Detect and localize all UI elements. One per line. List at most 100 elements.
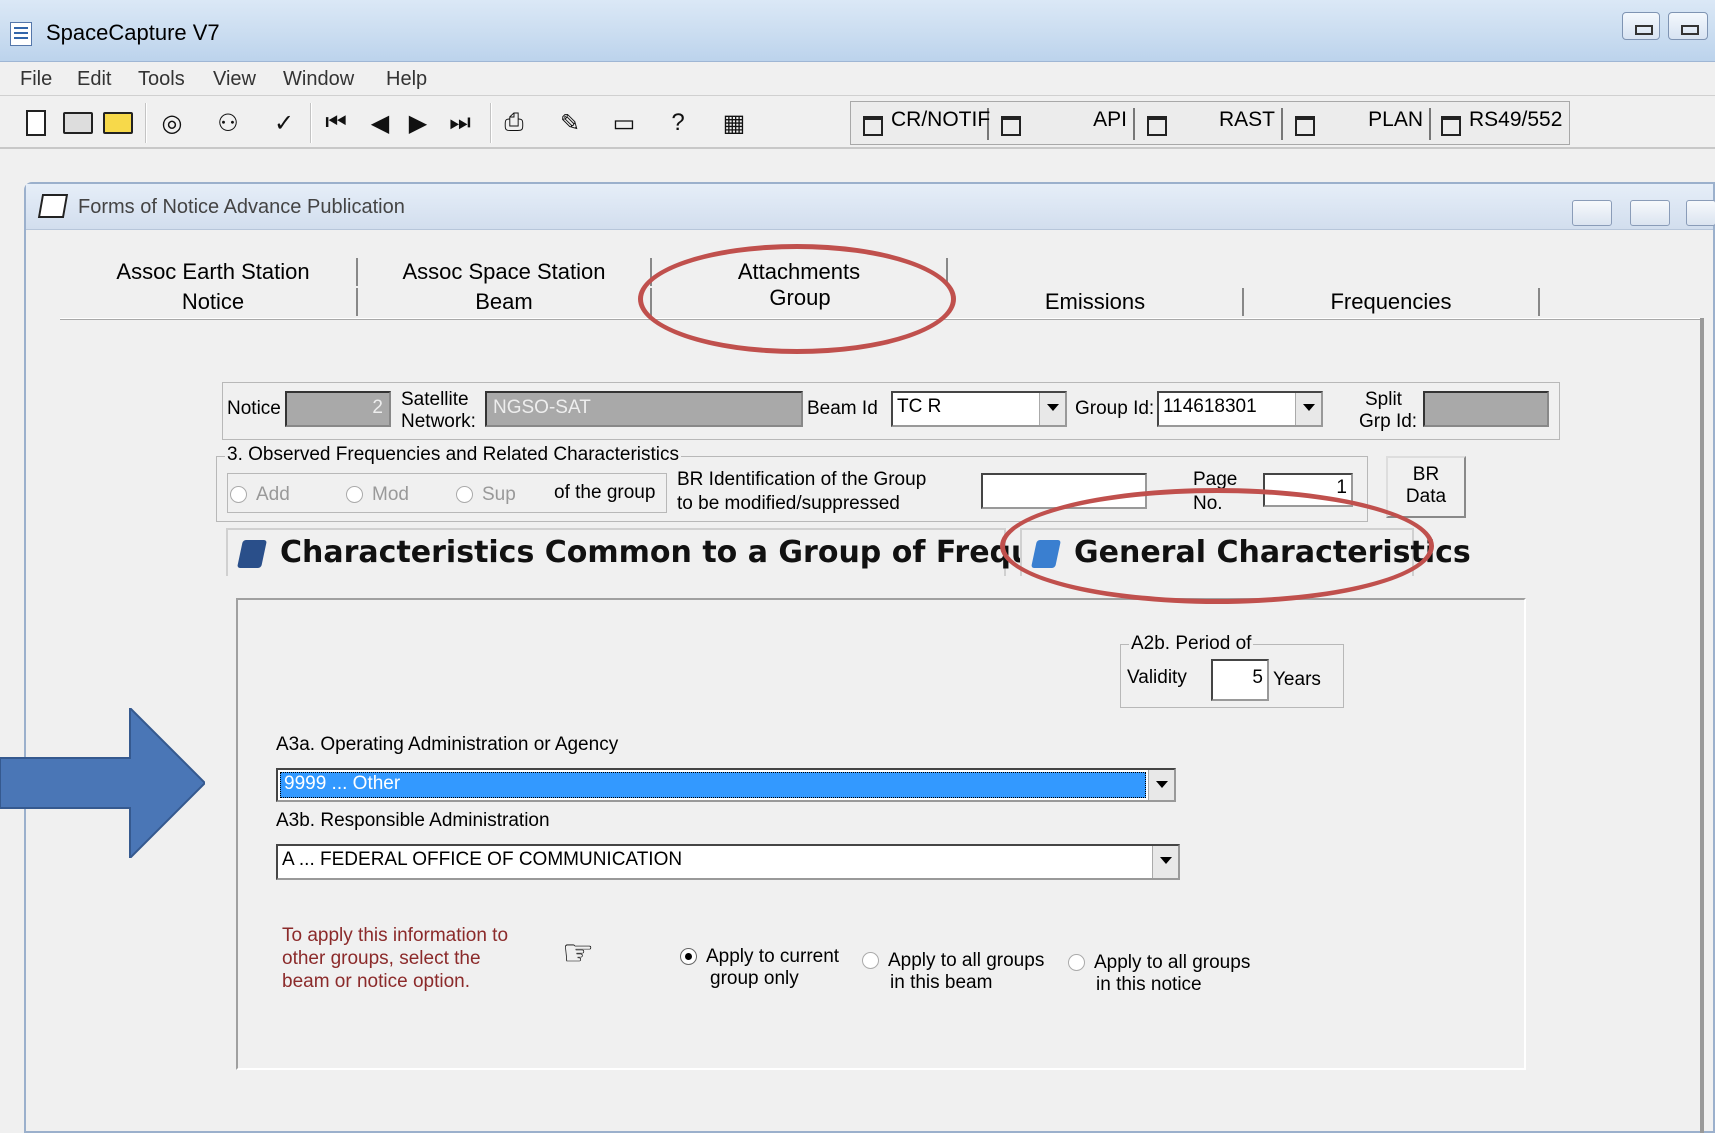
- calc-icon[interactable]: ▦: [716, 105, 752, 141]
- check-icon[interactable]: ✓: [266, 105, 302, 141]
- child-close-button[interactable]: [1686, 200, 1715, 226]
- satellite-network-field: NGSO-SAT: [485, 391, 803, 427]
- group-id-select[interactable]: 114618301: [1157, 391, 1323, 427]
- tab-attachments[interactable]: Attachments: [652, 258, 948, 286]
- br-ident-label-2: to be modified/suppressed: [677, 493, 900, 514]
- child-title: Forms of Notice Advance Publication: [78, 196, 405, 218]
- chevron-down-icon[interactable]: [1295, 393, 1321, 425]
- open-icon[interactable]: [60, 105, 96, 141]
- menu-bar: File Edit Tools View Window Help: [0, 62, 1715, 96]
- apply-hint: To apply this information to other group…: [282, 925, 509, 992]
- a3b-label: A3b. Responsible Administration: [276, 810, 550, 831]
- radio-apply-current[interactable]: Apply to current: [680, 946, 839, 968]
- title-bar: SpaceCapture V7: [0, 0, 1715, 62]
- annotation-arrow: [0, 708, 205, 858]
- beam-id-value: TC R: [897, 396, 942, 417]
- years-label: Years: [1273, 669, 1321, 690]
- tab-rast[interactable]: RAST: [1143, 108, 1283, 140]
- br-ident-input[interactable]: [981, 473, 1147, 509]
- validity-label: Validity: [1127, 667, 1187, 688]
- chevron-down-icon[interactable]: [1039, 393, 1065, 425]
- menu-file[interactable]: File: [20, 68, 52, 91]
- observed-legend: 3. Observed Frequencies and Related Char…: [225, 444, 682, 466]
- tab-group[interactable]: Group: [652, 284, 948, 312]
- glasses-icon[interactable]: ◎: [154, 105, 190, 141]
- radio-apply-beam[interactable]: Apply to all groups: [862, 950, 1044, 972]
- br-data-label: BR: [1412, 464, 1440, 485]
- menu-help[interactable]: Help: [386, 68, 427, 91]
- notice-label: Notice: [227, 398, 281, 419]
- child-maximize-button[interactable]: [1630, 200, 1670, 226]
- a3a-label: A3a. Operating Administration or Agency: [276, 734, 619, 755]
- tab-frequencies[interactable]: Frequencies: [1244, 288, 1540, 316]
- tab-divider: [60, 318, 1700, 320]
- notice-panel: Notice 2 Satellite Network: NGSO-SAT Bea…: [222, 382, 1560, 440]
- toolbar: ◎ ⚇ ✓ ⏮ ◀ ▶ ⏭ ⎙ ✎ ▭ ? ▦ CR/NOTIF API RAS…: [0, 97, 1715, 149]
- radio-sup[interactable]: Sup: [456, 484, 516, 506]
- form-icon: [37, 194, 69, 218]
- tab-assoc-space-station[interactable]: Assoc Space Station: [358, 258, 652, 286]
- binoculars-icon[interactable]: ⚇: [210, 105, 246, 141]
- app-title: SpaceCapture V7: [46, 20, 220, 45]
- tab-plan[interactable]: PLAN: [1291, 108, 1431, 140]
- tab-assoc-earth-station[interactable]: Assoc Earth Station: [70, 258, 358, 286]
- help-icon[interactable]: ?: [660, 105, 696, 141]
- of-group-label: of the group: [554, 482, 656, 503]
- radio-apply-notice[interactable]: Apply to all groups: [1068, 952, 1250, 974]
- new-file-icon[interactable]: [18, 105, 54, 141]
- print-icon[interactable]: ⎙: [496, 105, 532, 141]
- br-data-button[interactable]: BR Data: [1386, 456, 1466, 518]
- tab-api[interactable]: API: [997, 108, 1135, 140]
- app-icon: [10, 22, 32, 46]
- subtab-general-label: General Characteristics: [1074, 535, 1471, 570]
- validity-input[interactable]: 5: [1211, 659, 1269, 701]
- apply-beam-label: Apply to all groups: [888, 950, 1045, 971]
- tab-beam[interactable]: Beam: [358, 288, 652, 316]
- subtab-general-characteristics[interactable]: General Characteristics: [1020, 528, 1471, 576]
- a3a-selected-value: 9999 ... Other: [280, 772, 1146, 798]
- a3a-select[interactable]: 9999 ... Other: [276, 768, 1176, 802]
- network-label: Network:: [401, 411, 476, 432]
- general-characteristics-panel: A2b. Period of Validity 5 Years A3a. Ope…: [236, 598, 1526, 1070]
- child-minimize-button[interactable]: [1572, 200, 1612, 226]
- screen-icon[interactable]: ▭: [606, 105, 642, 141]
- edit-icon[interactable]: ✎: [552, 105, 588, 141]
- a3b-select[interactable]: A ... FEDERAL OFFICE OF COMMUNICATION: [276, 844, 1180, 880]
- page-input[interactable]: 1: [1263, 473, 1353, 507]
- apply-current-label: Apply to current: [706, 946, 840, 967]
- first-record-icon[interactable]: ⏮: [318, 105, 354, 141]
- period-validity-group: A2b. Period of Validity 5 Years: [1120, 633, 1344, 708]
- book-icon: [237, 540, 267, 568]
- minimize-button[interactable]: [1622, 12, 1660, 40]
- subtab-common-label: Characteristics Common to a Group of Fre…: [280, 535, 1141, 570]
- period-legend: A2b. Period of: [1129, 633, 1254, 655]
- maximize-button[interactable]: [1668, 12, 1708, 40]
- tab-cr-notif[interactable]: CR/NOTIF: [859, 108, 990, 140]
- tab-notice[interactable]: Notice: [70, 288, 358, 316]
- menu-window[interactable]: Window: [283, 68, 354, 91]
- menu-edit[interactable]: Edit: [77, 68, 111, 91]
- observed-frequencies-group: 3. Observed Frequencies and Related Char…: [216, 444, 1368, 522]
- satellite-label: Satellite: [401, 389, 469, 410]
- beam-id-select[interactable]: TC R: [891, 391, 1067, 427]
- last-record-icon[interactable]: ⏭: [442, 105, 478, 141]
- chevron-down-icon[interactable]: [1152, 846, 1178, 878]
- menu-tools[interactable]: Tools: [138, 68, 185, 91]
- pointing-hand-icon: ☞: [562, 932, 595, 973]
- apply-beam-label-2: in this beam: [890, 972, 993, 993]
- apply-notice-label-2: in this notice: [1096, 974, 1202, 995]
- prev-record-icon[interactable]: ◀: [362, 105, 398, 141]
- next-record-icon[interactable]: ▶: [400, 105, 436, 141]
- radio-mod[interactable]: Mod: [346, 484, 409, 506]
- subtab-common-characteristics[interactable]: Characteristics Common to a Group of Fre…: [226, 528, 1140, 576]
- br-ident-label: BR Identification of the Group: [677, 469, 927, 490]
- child-title-bar: Forms of Notice Advance Publication: [26, 184, 1715, 230]
- a3b-value: A ... FEDERAL OFFICE OF COMMUNICATION: [282, 849, 683, 870]
- folder-icon[interactable]: [100, 105, 136, 141]
- chevron-down-icon[interactable]: [1148, 770, 1174, 800]
- radio-add[interactable]: Add: [230, 484, 290, 506]
- module-tabs: CR/NOTIF API RAST PLAN RS49/552: [850, 101, 1570, 145]
- menu-view[interactable]: View: [213, 68, 256, 91]
- tab-rs49[interactable]: RS49/552: [1437, 108, 1565, 140]
- tab-emissions[interactable]: Emissions: [948, 288, 1244, 316]
